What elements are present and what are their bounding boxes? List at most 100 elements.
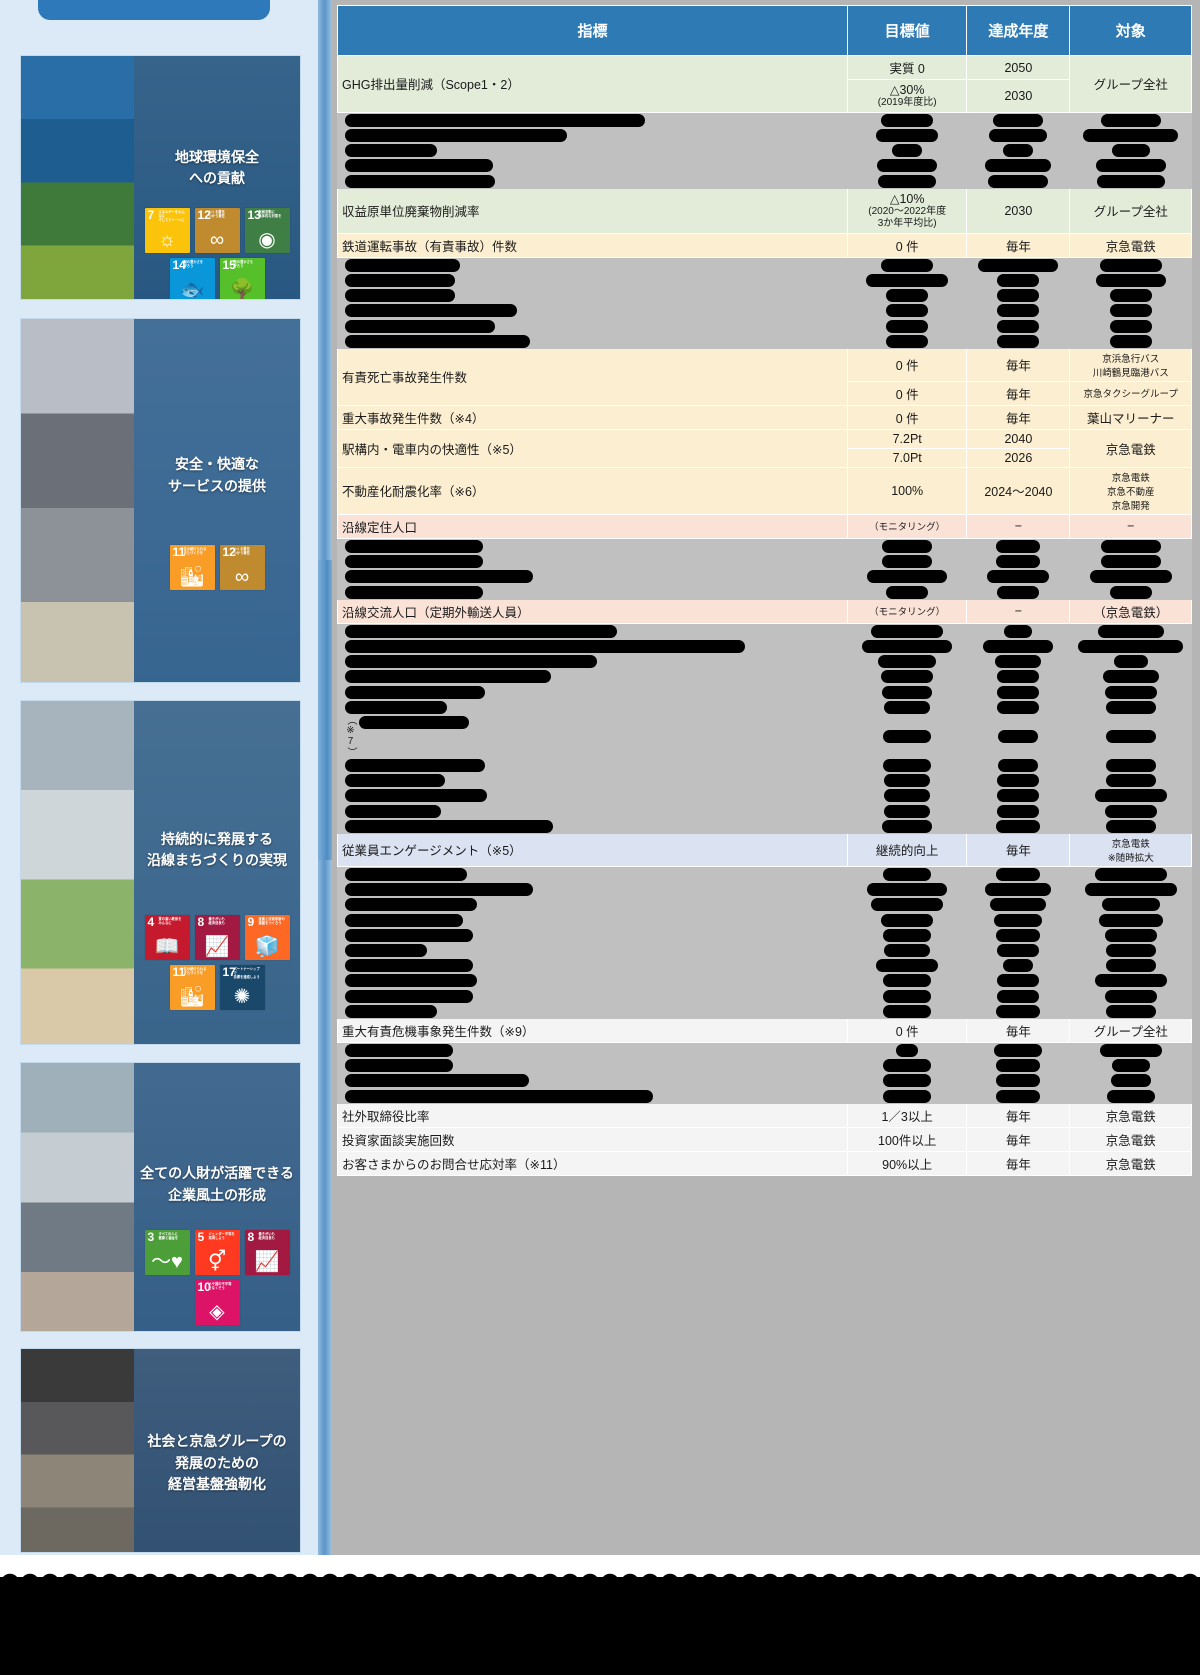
table-row-redacted	[337, 622, 1192, 639]
sidebar-card-safety[interactable]: 安全・快適な サービスの提供 11 住み続けられる まちづくりを 🏙 12 つくる責任 つかう責…	[20, 318, 301, 683]
sidebar-card-mgmt[interactable]: 社会と京急グループの 発展のための 経営基盤強靭化	[20, 1348, 301, 1553]
redaction-bar	[883, 989, 932, 1003]
cell-redacted	[966, 802, 1071, 819]
sdg-8-icon: 8 働きがいも 経済成長も 📈	[194, 914, 240, 960]
cell-redacted	[846, 271, 968, 288]
redaction-bar	[345, 570, 533, 584]
redaction-bar	[1105, 959, 1156, 973]
table-row: お客さまからのお問合せ応対率（※11） 90%以上 毎年 京急電鉄	[337, 1150, 1192, 1176]
redaction-bar	[985, 159, 1052, 173]
redaction-bar	[996, 928, 1041, 942]
table-row-redacted: （※7）	[337, 713, 1192, 758]
cell-redacted	[966, 683, 1071, 700]
cell-indicator-redacted	[337, 652, 848, 670]
cell-redacted	[846, 583, 968, 600]
redaction-bar	[345, 867, 467, 881]
cell-indicator-redacted	[337, 817, 848, 834]
sdg-icon-group: 4 質の高い教育を みんなに 📖 8 働きがいも 経済成長も 📈 9 産業と技術革新の 基盤をつくろ…	[134, 914, 300, 1010]
cell-redacted	[846, 683, 968, 700]
sdg-7-icon: 7 エネルギーをみんなに そしてクリーンに ☼	[144, 207, 190, 253]
redaction-bar	[1100, 539, 1161, 553]
redaction-bar	[882, 539, 933, 553]
card-overlay	[134, 319, 300, 682]
redaction-bar	[1105, 729, 1156, 743]
cell-redacted	[966, 817, 1071, 834]
redaction-bar	[883, 974, 932, 988]
sdg-glyph: 〜♥	[151, 1251, 183, 1274]
sdg-label: 海の豊かさを 守ろう	[183, 259, 204, 268]
redaction-bar	[1111, 1059, 1150, 1073]
sdg-11-icon: 11 住み続けられる まちづくりを 🏙	[169, 964, 215, 1010]
cell-redacted	[1069, 568, 1192, 585]
cell-redacted	[1069, 157, 1192, 174]
redaction-bar	[997, 789, 1040, 803]
redaction-bar	[995, 655, 1042, 669]
redaction-bar	[1097, 624, 1164, 638]
cell-scope: グループ全社	[1069, 187, 1192, 234]
redaction-bar	[990, 898, 1047, 912]
kpi-table-panel: 指標 目標値 達成年度 対象 GHG排出量削減（Scope1・2） 実質 0 2050 グル…	[332, 0, 1200, 1555]
redaction-bar	[1004, 624, 1033, 638]
cell-indicator-redacted	[337, 141, 848, 159]
sidebar-card-town[interactable]: 持続的に発展する 沿線まちづくりの実現 4 質の高い教育を みんなに 📖 8 働きがいも 経済成…	[20, 700, 301, 1045]
cell-redacted	[846, 911, 968, 928]
sidebar-panel: 地球環境保全 への貢献 7 エネルギーをみんなに そしてクリーンに ☼ 12 つくる責任 つかう…	[0, 0, 330, 1560]
cell-redacted	[1069, 1057, 1192, 1074]
cell-redacted	[1069, 317, 1192, 334]
cell-redacted	[966, 972, 1071, 989]
cell-target: 0 件	[846, 380, 968, 406]
cell-year: 2024〜2040	[966, 466, 1071, 515]
redaction-bar	[983, 639, 1054, 653]
sidebar-card-people[interactable]: 全ての人財が活躍できる 企業風土の形成 3 すべての人に 健康と福祉を 〜♥ 5 ジェンダー平…	[20, 1062, 301, 1332]
target-value: 継続的向上	[875, 844, 939, 859]
redaction-bar	[993, 113, 1044, 127]
sdg-glyph: 🏙	[179, 566, 205, 589]
redaction-bar	[997, 319, 1040, 333]
cell-redacted	[846, 1087, 968, 1104]
sdg-label: 質の高い教育を みんなに	[158, 916, 182, 925]
redaction-bar	[997, 774, 1040, 788]
table-row-redacted	[337, 302, 1192, 319]
redaction-bar	[996, 555, 1041, 569]
redaction-bar	[1095, 159, 1166, 173]
table-row-redacted	[337, 1072, 1192, 1089]
cell-redacted	[1069, 756, 1192, 773]
redaction-bar	[345, 334, 530, 348]
table-row-redacted	[337, 787, 1192, 804]
redaction-bar	[997, 670, 1040, 684]
redaction-bar	[1098, 913, 1163, 927]
cell-indicator-redacted	[337, 637, 848, 654]
cell-redacted	[846, 286, 968, 304]
sdg-number: 3	[147, 1230, 155, 1245]
cell-year: 毎年	[966, 404, 1071, 430]
cell-scope: 京急電鉄	[1069, 232, 1192, 258]
cell-target: 1／3以上	[846, 1102, 968, 1128]
redaction-bar	[345, 819, 553, 833]
redaction-bar	[345, 804, 441, 818]
card-photo	[21, 56, 134, 299]
cell-indicator-redacted	[337, 622, 848, 639]
cell-redacted	[1069, 1087, 1192, 1104]
cell-indicator-redacted	[337, 787, 848, 804]
redaction-bar	[1109, 334, 1152, 348]
table-row: GHG排出量削減（Scope1・2） 実質 0 2050 グループ全社	[337, 55, 1192, 113]
redaction-bar	[1110, 1074, 1151, 1088]
redaction-bar	[345, 304, 517, 318]
table-row-redacted	[337, 1087, 1192, 1104]
table-row: 投資家面談実施回数 100件以上 毎年 京急電鉄	[337, 1126, 1192, 1152]
cell-redacted	[966, 771, 1071, 789]
cell-redacted	[966, 637, 1071, 654]
table-row-redacted	[337, 126, 1192, 143]
redaction-bar	[884, 700, 931, 714]
sidebar-card-env[interactable]: 地球環境保全 への貢献 7 エネルギーをみんなに そしてクリーンに ☼ 12 つくる責任 つかう…	[20, 55, 301, 300]
sdg-label: 働きがいも 経済成長も	[208, 916, 225, 925]
table-row-redacted	[337, 771, 1192, 789]
cell-indicator-redacted	[337, 126, 848, 143]
redaction-bar	[997, 334, 1040, 348]
cell-redacted	[966, 256, 1071, 273]
cell-indicator-redacted	[337, 1041, 848, 1059]
cell-indicator: GHG排出量削減（Scope1・2）	[337, 55, 848, 113]
sdg-15-icon: 15 陸の豊かさも 守ろう 🌳	[219, 257, 265, 299]
redaction-bar	[978, 258, 1059, 272]
redaction-bar	[866, 273, 949, 287]
